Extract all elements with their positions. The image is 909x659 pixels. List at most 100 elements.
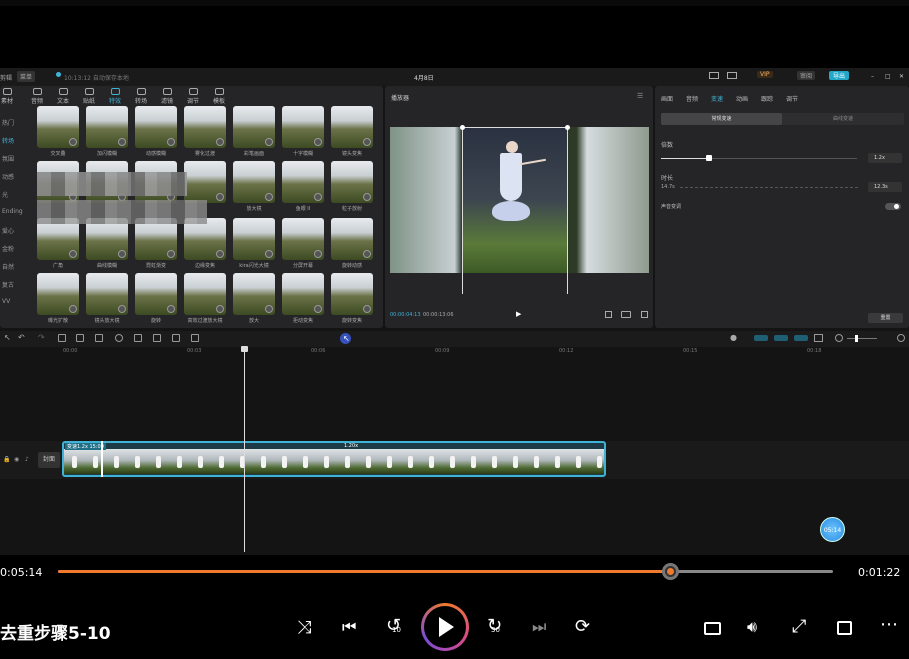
more-options-icon[interactable]: ⋯ [880, 616, 898, 634]
reset-button[interactable]: 重置 [868, 313, 903, 323]
rotate-icon[interactable] [153, 334, 161, 342]
fullscreen-icon[interactable] [641, 311, 648, 318]
shortcut-icon[interactable] [709, 72, 719, 79]
crop-box[interactable] [462, 127, 568, 294]
seek-bar[interactable] [58, 570, 833, 573]
effect-thumbnail[interactable] [37, 218, 79, 260]
shuffle-icon[interactable]: ⤨ [297, 619, 311, 637]
effect-thumbnail[interactable] [282, 161, 324, 203]
effect-thumbnail[interactable] [184, 218, 226, 260]
share-button[interactable]: 审阅 [797, 71, 816, 80]
effect-thumbnail[interactable] [331, 273, 373, 315]
effect-thumbnail[interactable] [331, 161, 373, 203]
layout-icon[interactable] [727, 72, 737, 79]
export-button[interactable]: 导出 [829, 71, 850, 80]
category-item[interactable]: 金粉 [0, 244, 26, 253]
cover-button[interactable]: 封面 [38, 452, 60, 468]
download-icon[interactable] [314, 250, 322, 258]
download-icon[interactable] [363, 138, 371, 146]
menu-label[interactable]: 剪辑 [0, 73, 12, 82]
download-icon[interactable] [265, 193, 273, 201]
download-icon[interactable] [167, 250, 175, 258]
effect-thumbnail[interactable] [184, 273, 226, 315]
redo-icon[interactable]: ↷ [38, 333, 45, 342]
download-icon[interactable] [314, 305, 322, 313]
pitch-toggle[interactable] [885, 203, 901, 210]
fit-icon[interactable] [605, 311, 612, 318]
freeze-icon[interactable] [95, 334, 103, 342]
category-item[interactable]: 动感 [0, 172, 26, 181]
category-item[interactable]: 光 [0, 190, 26, 199]
link-icon[interactable] [774, 335, 788, 341]
effect-thumbnail[interactable] [135, 218, 177, 260]
zoom-in-icon[interactable] [897, 334, 905, 342]
delete-icon[interactable] [76, 334, 84, 342]
preview-axis-icon[interactable] [794, 335, 808, 341]
close-icon[interactable]: ✕ [899, 73, 904, 80]
category-item[interactable]: 爱心 [0, 226, 26, 235]
category-item[interactable]: 复古 [0, 280, 26, 289]
download-icon[interactable] [69, 305, 77, 313]
download-icon[interactable] [216, 305, 224, 313]
download-icon[interactable] [216, 193, 224, 201]
maximize-icon[interactable]: □ [885, 73, 891, 80]
fullscreen-expand-icon[interactable]: ⤢ [792, 618, 806, 636]
previous-icon[interactable]: ⏮ [342, 619, 356, 635]
category-item[interactable]: 热门 [0, 118, 26, 127]
effect-thumbnail[interactable] [233, 218, 275, 260]
zoom-slider-thumb[interactable] [855, 335, 858, 342]
download-icon[interactable] [69, 250, 77, 258]
zoom-slider[interactable] [847, 338, 877, 339]
download-icon[interactable] [363, 305, 371, 313]
effect-thumbnail[interactable] [233, 106, 275, 148]
download-icon[interactable] [216, 250, 224, 258]
effect-thumbnail[interactable] [86, 273, 128, 315]
speed-input[interactable]: 1.2x [868, 153, 902, 163]
effect-thumbnail[interactable] [86, 106, 128, 148]
download-icon[interactable] [314, 138, 322, 146]
effect-thumbnail[interactable] [135, 106, 177, 148]
effect-thumbnail[interactable] [282, 218, 324, 260]
properties-tab[interactable]: 动画 [736, 94, 748, 103]
tab-6[interactable]: 滤镜 [156, 88, 178, 105]
effect-thumbnail[interactable] [233, 161, 275, 203]
effect-thumbnail[interactable] [233, 273, 275, 315]
category-item[interactable]: Ending [0, 208, 26, 215]
download-icon[interactable] [216, 138, 224, 146]
duration-input[interactable]: 12.3s [868, 182, 902, 192]
track-visibility-icon[interactable]: ◉ [14, 456, 19, 463]
mini-player-icon[interactable] [837, 621, 852, 635]
download-icon[interactable] [69, 138, 77, 146]
download-icon[interactable] [118, 138, 126, 146]
playhead-handle[interactable] [241, 346, 248, 352]
effect-thumbnail[interactable] [282, 106, 324, 148]
select-tool-icon[interactable]: ↖ [4, 333, 11, 342]
download-icon[interactable] [265, 305, 273, 313]
tab-4[interactable]: 特效 [104, 88, 126, 105]
tab-normal-speed[interactable]: 常规变速 [661, 113, 782, 125]
menu-dropdown[interactable]: 菜单 [17, 71, 36, 82]
effect-thumbnail[interactable] [37, 273, 79, 315]
tab-1[interactable]: 音频 [26, 88, 48, 105]
playhead[interactable] [244, 347, 245, 552]
crop-handle[interactable] [565, 125, 570, 130]
tab-3[interactable]: 贴纸 [78, 88, 100, 105]
crop-icon[interactable] [172, 334, 180, 342]
volume-icon[interactable]: 🔊︎ [747, 619, 757, 635]
effect-thumbnail[interactable] [282, 273, 324, 315]
track-audio-icon[interactable]: ♪ [25, 456, 29, 463]
crop-handle[interactable] [460, 125, 465, 130]
microphone-icon[interactable]: ● [730, 333, 737, 342]
video-clip[interactable]: 变速1.2x 15:00 1.20x [62, 441, 606, 477]
effect-thumbnail[interactable] [184, 106, 226, 148]
tab-0[interactable]: 素材 [0, 88, 18, 105]
captions-icon[interactable] [704, 622, 721, 635]
split-view-icon[interactable] [814, 334, 823, 342]
effect-thumbnail[interactable] [135, 273, 177, 315]
effect-thumbnail[interactable] [86, 218, 128, 260]
download-icon[interactable] [167, 305, 175, 313]
category-item[interactable]: VV [0, 298, 26, 305]
play-button[interactable] [421, 603, 469, 651]
player-play-icon[interactable]: ▶ [516, 310, 521, 318]
download-icon[interactable] [363, 250, 371, 258]
